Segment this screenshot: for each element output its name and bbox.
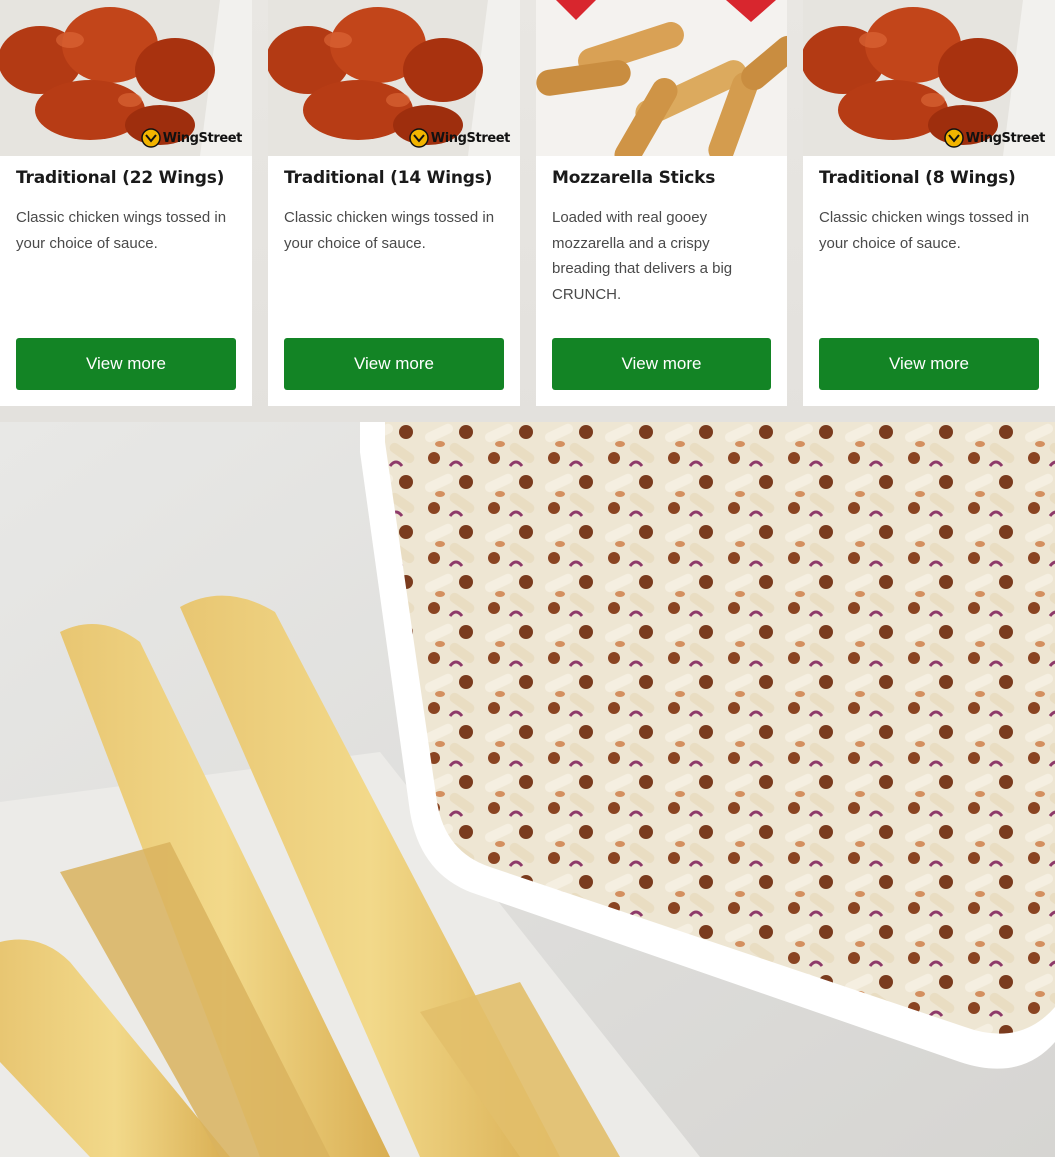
card-title: Traditional (8 Wings) — [819, 168, 1016, 188]
view-more-button[interactable]: View more — [819, 338, 1039, 390]
badge-label: WingStreet — [430, 130, 511, 146]
view-more-button[interactable]: View more — [284, 338, 504, 390]
wingstreet-logo-icon — [141, 128, 161, 148]
chicken-wings-image[interactable]: WingStreet — [803, 0, 1055, 156]
card-description: Classic chicken wings tossed in your cho… — [284, 209, 495, 252]
wingstreet-logo-icon — [944, 128, 964, 148]
menu-card[interactable]: WingStreet Traditional (8 Wings) Classic… — [803, 0, 1055, 406]
badge-label: WingStreet — [965, 130, 1046, 146]
wingstreet-badge: WingStreet — [944, 125, 1045, 151]
wingstreet-logo-icon — [409, 128, 429, 148]
menu-card-row: WingStreet Traditional (22 Wings) Classi… — [0, 0, 1055, 406]
card-title: Traditional (22 Wings) — [16, 168, 225, 188]
view-more-button[interactable]: View more — [552, 338, 771, 390]
chicken-wings-image[interactable]: WingStreet — [268, 0, 520, 156]
card-description: Classic chicken wings tossed in your cho… — [16, 209, 227, 252]
card-description: Classic chicken wings tossed in your cho… — [819, 209, 1030, 252]
menu-card[interactable]: Mozzarella Sticks Loaded with real gooey… — [536, 0, 787, 406]
menu-card[interactable]: WingStreet Traditional (22 Wings) Classi… — [0, 0, 252, 406]
wingstreet-badge: WingStreet — [141, 125, 242, 151]
mozzarella-sticks-image[interactable] — [536, 0, 787, 156]
card-title: Mozzarella Sticks — [552, 168, 716, 188]
chicken-wings-image[interactable]: WingStreet — [0, 0, 252, 156]
wingstreet-badge: WingStreet — [409, 125, 510, 151]
card-description: Loaded with real gooey mozzarella and a … — [552, 209, 733, 303]
menu-card[interactable]: WingStreet Traditional (14 Wings) Classi… — [268, 0, 520, 406]
view-more-button[interactable]: View more — [16, 338, 236, 390]
badge-label: WingStreet — [162, 130, 243, 146]
card-title: Traditional (14 Wings) — [284, 168, 493, 188]
pasta-and-breadsticks-image — [0, 422, 1055, 1157]
